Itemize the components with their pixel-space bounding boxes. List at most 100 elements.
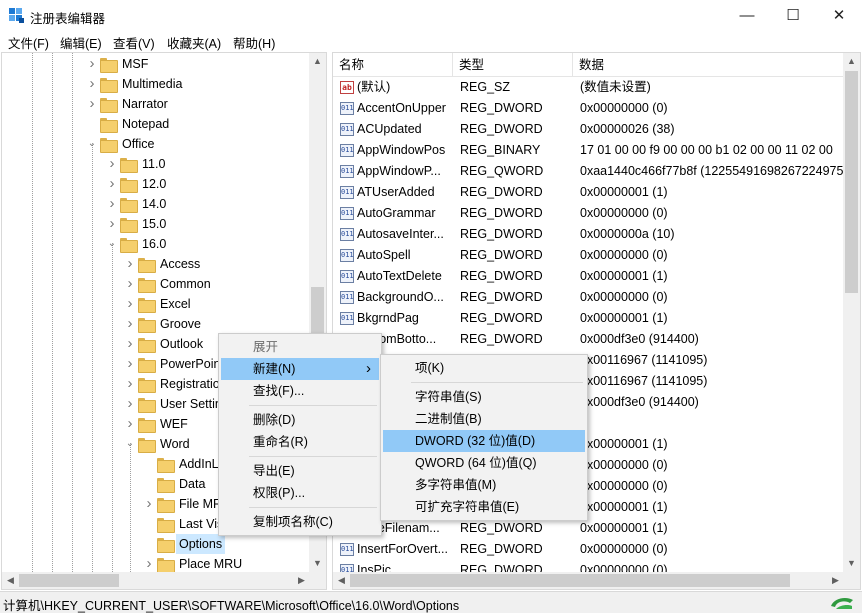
- context-menu-item[interactable]: QWORD (64 位)值(Q): [383, 452, 585, 474]
- chevron-right-icon[interactable]: ›: [86, 54, 98, 74]
- tree-item[interactable]: › 14.0: [2, 194, 312, 214]
- folder-icon: [157, 478, 175, 493]
- list-vertical-scrollbar[interactable]: ▲ ▼: [843, 53, 860, 572]
- chevron-right-icon[interactable]: ›: [143, 494, 155, 514]
- context-menu-item[interactable]: 可扩充字符串值(E): [383, 496, 585, 518]
- context-menu-item[interactable]: 多字符串值(M): [383, 474, 585, 496]
- context-menu-item[interactable]: 展开: [221, 336, 379, 358]
- tree-item[interactable]: › MSF: [2, 54, 312, 74]
- chevron-down-icon[interactable]: ⌄: [124, 434, 136, 454]
- context-menu-item[interactable]: 字符串值(S): [383, 386, 585, 408]
- menu-edit[interactable]: 编辑(E): [60, 33, 102, 52]
- scroll-left-icon[interactable]: ◀: [2, 572, 19, 589]
- chevron-right-icon[interactable]: ›: [106, 214, 118, 234]
- menu-separator: [411, 382, 583, 383]
- tree-item[interactable]: ⌄ Office: [2, 134, 312, 154]
- watermark-logo-icon: [831, 598, 853, 609]
- tree-item[interactable]: › 12.0: [2, 174, 312, 194]
- context-menu-item[interactable]: 二进制值(B): [383, 408, 585, 430]
- tree-horizontal-scrollbar[interactable]: ◀ ▶: [2, 572, 310, 589]
- scroll-up-icon[interactable]: ▲: [309, 53, 326, 70]
- tree-item[interactable]: › Narrator: [2, 94, 312, 114]
- scroll-right-icon[interactable]: ▶: [293, 572, 310, 589]
- scroll-right-icon[interactable]: ▶: [827, 572, 844, 589]
- list-row[interactable]: 011 AutoGrammar REG_DWORD 0x00000000 (0): [333, 203, 860, 224]
- list-row[interactable]: 011IncreFilenam...REG_DWORD0x00000001 (1…: [333, 518, 860, 539]
- tree-item[interactable]: › Multimedia: [2, 74, 312, 94]
- list-row[interactable]: 011 ATUserAdded REG_DWORD 0x00000001 (1): [333, 182, 860, 203]
- chevron-right-icon[interactable]: ›: [124, 354, 136, 374]
- tree-item[interactable]: Options: [2, 534, 312, 554]
- menu-view[interactable]: 查看(V): [113, 33, 155, 52]
- tree-item[interactable]: › Groove: [2, 314, 312, 334]
- context-menu-item[interactable]: 导出(E): [221, 460, 379, 482]
- tree-item[interactable]: › 15.0: [2, 214, 312, 234]
- context-menu-item[interactable]: 项(K): [383, 357, 585, 379]
- tree-item[interactable]: ⌄ 16.0: [2, 234, 312, 254]
- menu-favorites[interactable]: 收藏夹(A): [167, 33, 221, 52]
- scroll-down-icon[interactable]: ▼: [309, 555, 326, 572]
- context-menu-item[interactable]: 查找(F)...: [221, 380, 379, 402]
- chevron-right-icon[interactable]: ›: [124, 294, 136, 314]
- close-button[interactable]: ✕: [816, 0, 862, 31]
- chevron-right-icon[interactable]: ›: [124, 314, 136, 334]
- list-horizontal-scrollbar[interactable]: ◀ ▶: [333, 572, 844, 589]
- chevron-right-icon[interactable]: ›: [124, 274, 136, 294]
- list-row[interactable]: 011 ACUpdated REG_DWORD 0x00000026 (38): [333, 119, 860, 140]
- tree-hscroll-thumb[interactable]: [19, 574, 119, 587]
- scroll-left-icon[interactable]: ◀: [333, 572, 350, 589]
- chevron-right-icon[interactable]: ›: [124, 374, 136, 394]
- column-name[interactable]: 名称: [333, 53, 453, 77]
- context-menu-item[interactable]: 重命名(R): [221, 431, 379, 453]
- menu-item-label: 字符串值(S): [415, 390, 482, 404]
- chevron-right-icon[interactable]: ›: [124, 414, 136, 434]
- context-menu-item[interactable]: 新建(N) ›: [221, 358, 379, 380]
- chevron-right-icon[interactable]: ›: [106, 154, 118, 174]
- chevron-right-icon[interactable]: ›: [86, 94, 98, 114]
- chevron-right-icon[interactable]: ›: [124, 334, 136, 354]
- scroll-down-icon[interactable]: ▼: [843, 555, 860, 572]
- tree-item[interactable]: Notepad: [2, 114, 312, 134]
- list-row[interactable]: 011 AutosaveInter... REG_DWORD 0x0000000a (…: [333, 224, 860, 245]
- list-row[interactable]: 011 AccentOnUpper REG_DWORD 0x00000000 (0): [333, 98, 860, 119]
- value-data: 0x00116967 (1141095): [580, 353, 708, 367]
- chevron-right-icon[interactable]: ›: [124, 394, 136, 414]
- tree-item[interactable]: › 11.0: [2, 154, 312, 174]
- list-scroll-thumb[interactable]: [845, 71, 858, 293]
- chevron-down-icon[interactable]: ⌄: [106, 234, 118, 254]
- list-row[interactable]: 011 AppWindowP... REG_QWORD 0xaa1440c466f77…: [333, 161, 860, 182]
- column-data[interactable]: 数据: [573, 53, 860, 77]
- chevron-right-icon[interactable]: ›: [124, 254, 136, 274]
- maximize-button[interactable]: ☐: [770, 0, 816, 31]
- column-type[interactable]: 类型: [453, 53, 573, 77]
- menu-help[interactable]: 帮助(H): [233, 33, 275, 52]
- menu-separator: [249, 456, 377, 457]
- tree-item[interactable]: › Common: [2, 274, 312, 294]
- list-row[interactable]: 011 BkgrndPag REG_DWORD 0x00000001 (1): [333, 308, 860, 329]
- tree-item[interactable]: › Access: [2, 254, 312, 274]
- tree-item[interactable]: › Excel: [2, 294, 312, 314]
- list-hscroll-thumb[interactable]: [350, 574, 790, 587]
- list-row[interactable]: 011 AppWindowPos REG_BINARY 17 01 00 00 f9 …: [333, 140, 860, 161]
- chevron-right-icon[interactable]: ›: [106, 194, 118, 214]
- chevron-right-icon[interactable]: ›: [106, 174, 118, 194]
- value-name: AutosaveInter...: [357, 227, 444, 241]
- context-menu-item[interactable]: DWORD (32 位)值(D): [383, 430, 585, 452]
- context-menu-item[interactable]: 复制项名称(C): [221, 511, 379, 533]
- minimize-button[interactable]: —: [724, 0, 770, 31]
- chevron-right-icon[interactable]: ›: [143, 554, 155, 574]
- list-row[interactable]: 011 BackgroundO... REG_DWORD 0x00000000 (0): [333, 287, 860, 308]
- chevron-right-icon[interactable]: ›: [86, 74, 98, 94]
- menu-file[interactable]: 文件(F): [8, 33, 49, 52]
- tree-item[interactable]: › Place MRU: [2, 554, 312, 574]
- chevron-down-icon[interactable]: ⌄: [86, 134, 98, 154]
- context-menu-item[interactable]: 权限(P)...: [221, 482, 379, 504]
- scroll-up-icon[interactable]: ▲: [843, 53, 860, 70]
- value-name: InsertForOvert...: [357, 542, 448, 556]
- list-row[interactable]: 011BottomBotto...REG_DWORD0x000df3e0 (91…: [333, 329, 860, 350]
- list-row[interactable]: ab (默认) REG_SZ (数值未设置): [333, 77, 860, 98]
- context-menu-item[interactable]: 删除(D): [221, 409, 379, 431]
- list-row[interactable]: 011 InsertForOvert... REG_DWORD 0x00000000 …: [333, 539, 860, 560]
- list-row[interactable]: 011 AutoSpell REG_DWORD 0x00000000 (0): [333, 245, 860, 266]
- list-row[interactable]: 011 AutoTextDelete REG_DWORD 0x00000001 (1): [333, 266, 860, 287]
